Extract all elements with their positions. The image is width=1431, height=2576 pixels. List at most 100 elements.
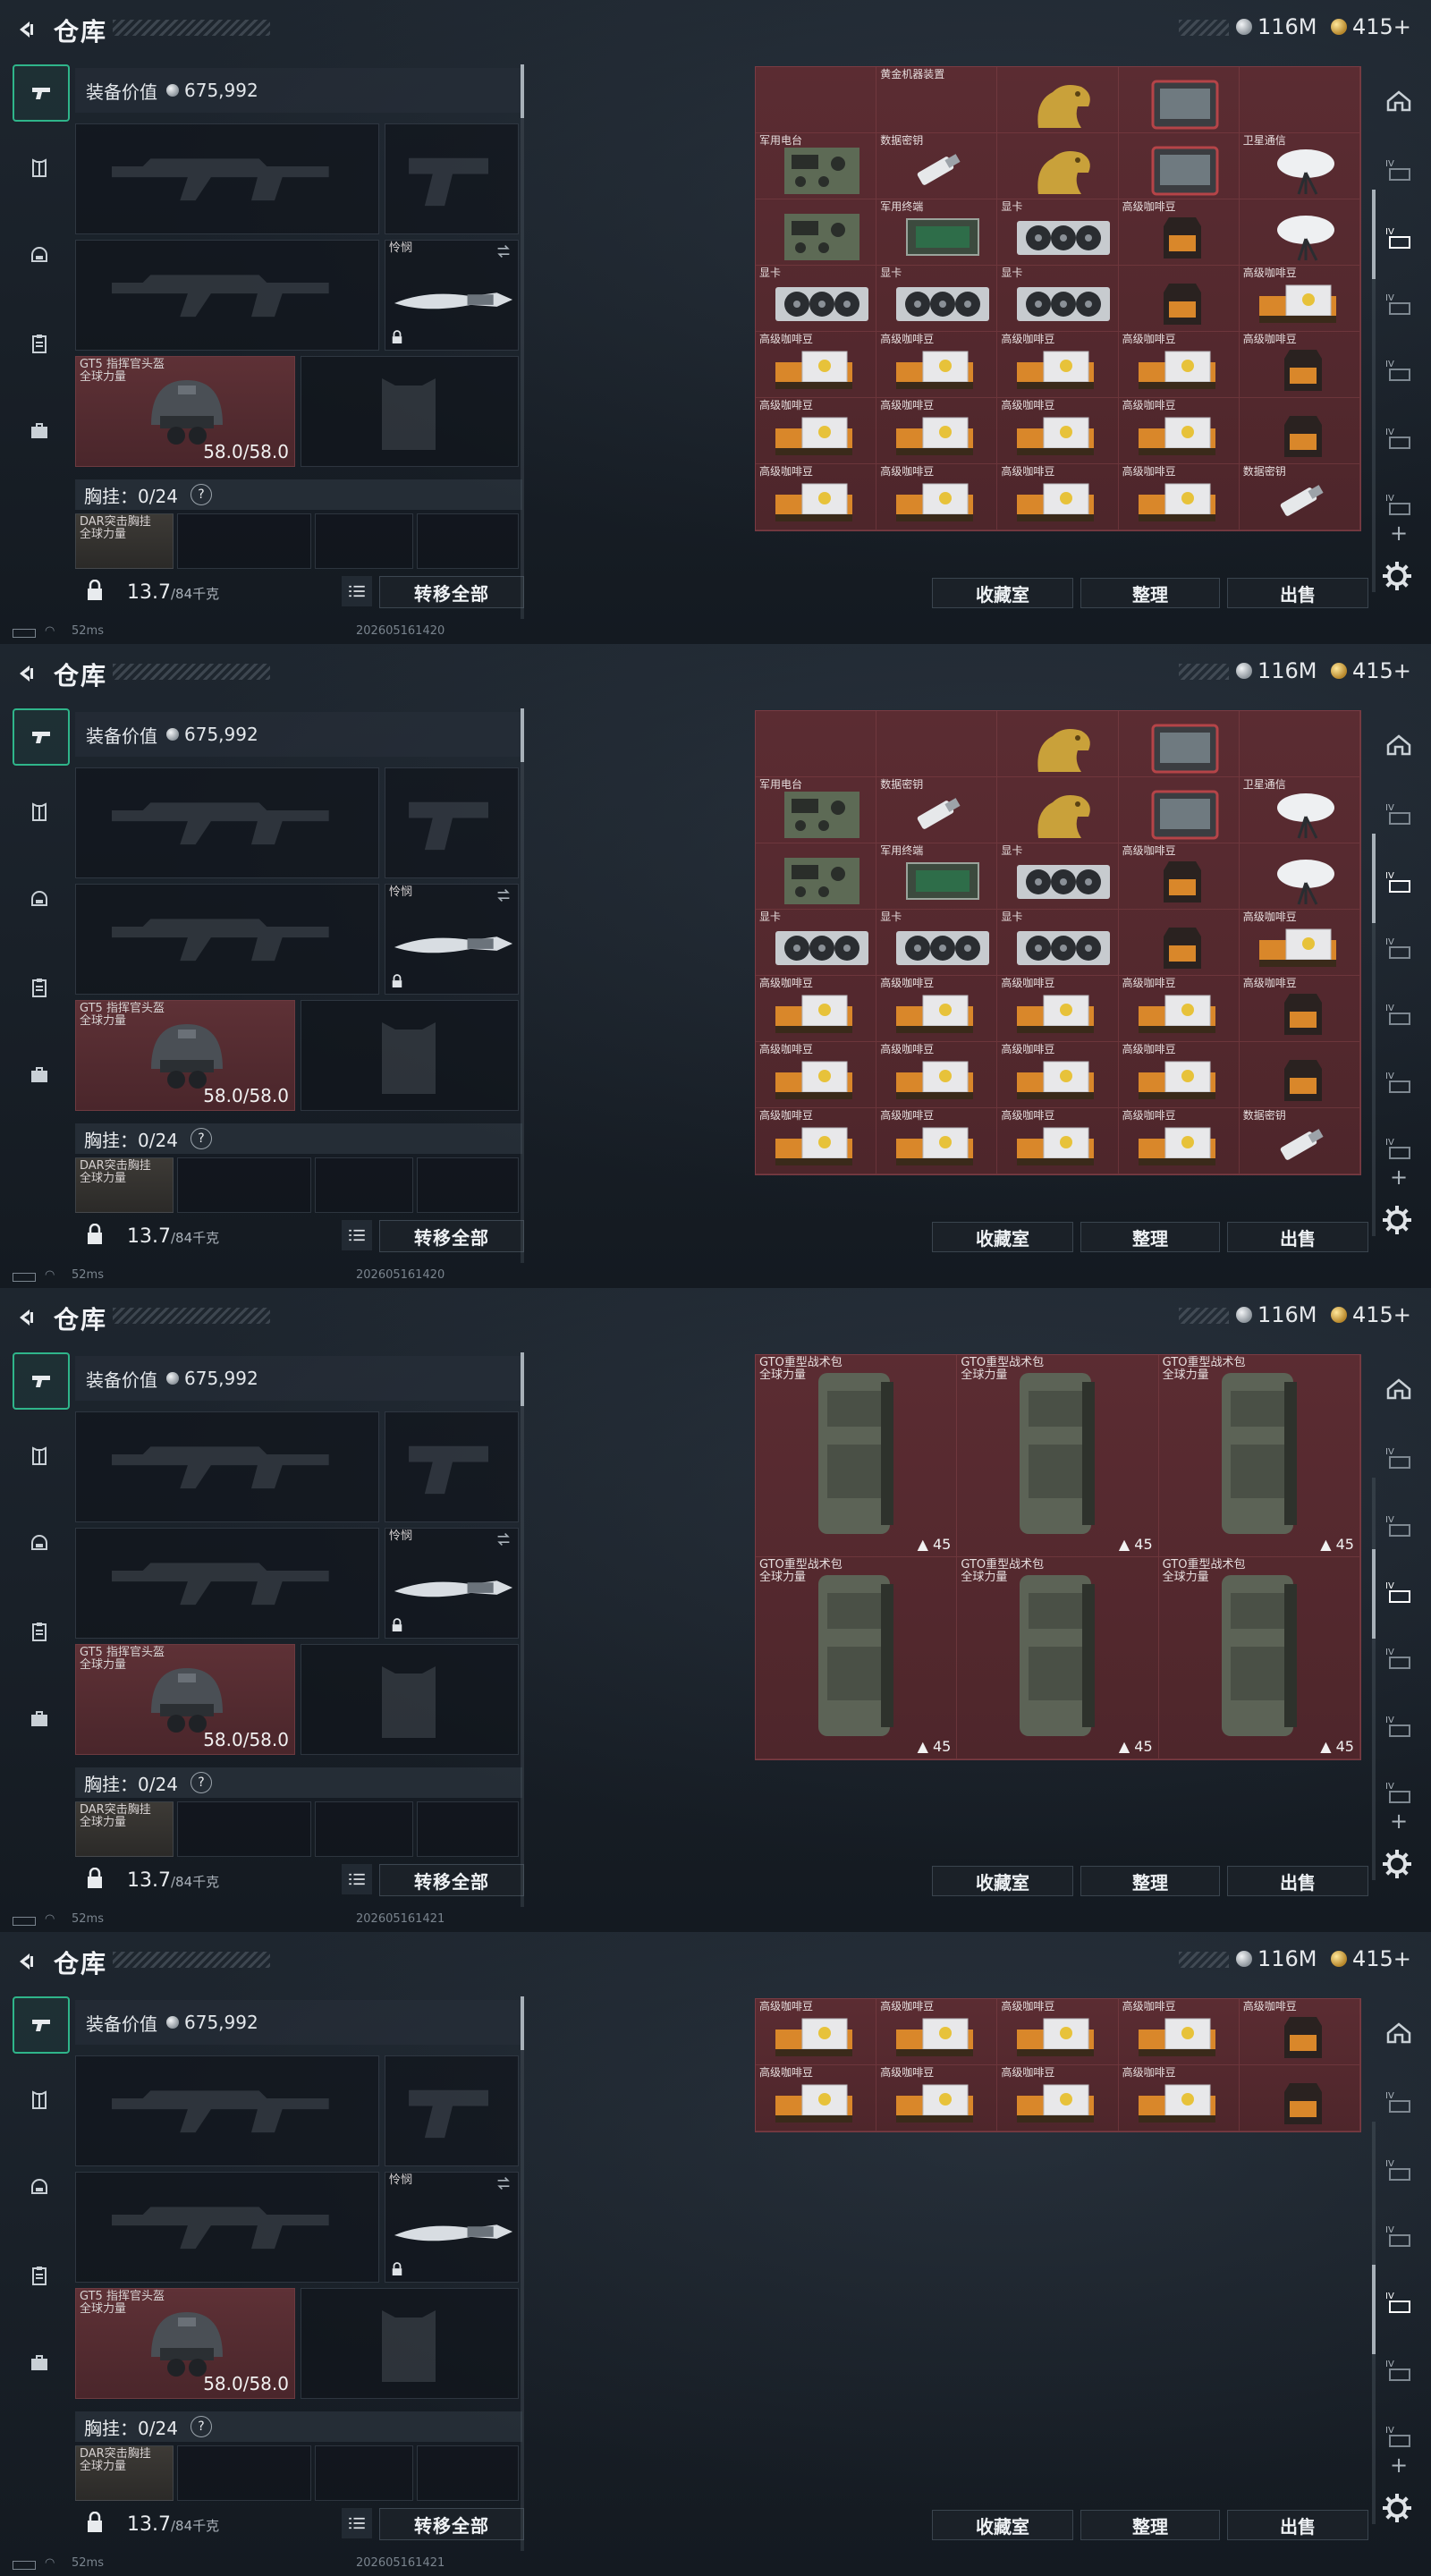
- storage-cell[interactable]: [756, 843, 877, 910]
- storage-cell[interactable]: 显卡: [876, 266, 998, 332]
- scroll-thumb[interactable]: [1372, 1549, 1376, 1639]
- nav-case[interactable]: [13, 1692, 66, 1746]
- storage-cell[interactable]: [1118, 711, 1240, 777]
- tab-base[interactable]: [1381, 86, 1417, 116]
- chest-help-icon[interactable]: ?: [190, 2416, 212, 2437]
- chest-slot-2[interactable]: [177, 2445, 311, 2501]
- transfer-all-button[interactable]: 转移全部: [379, 1220, 524, 1252]
- silver-currency[interactable]: 116M: [1236, 1946, 1317, 1971]
- back-button[interactable]: [13, 1304, 39, 1331]
- primary-weapon-slot[interactable]: [75, 2055, 379, 2166]
- armor-slot[interactable]: [301, 2288, 519, 2399]
- chest-slot-2[interactable]: [177, 1157, 311, 1213]
- sell-button[interactable]: 出售: [1227, 578, 1368, 608]
- nav-helmet[interactable]: [13, 229, 66, 283]
- tab-storage-4[interactable]: IV: [1381, 1642, 1417, 1673]
- swap-icon[interactable]: [495, 2176, 512, 2190]
- collection-room-button[interactable]: 收藏室: [932, 1866, 1073, 1896]
- back-button[interactable]: [13, 660, 39, 687]
- storage-cell[interactable]: 高级咖啡豆: [1118, 2065, 1240, 2131]
- sell-button[interactable]: 出售: [1227, 1866, 1368, 1896]
- storage-cell[interactable]: 高级咖啡豆: [876, 398, 998, 464]
- storage-cell[interactable]: 高级咖啡豆: [1118, 1999, 1240, 2065]
- nav-weapons[interactable]: [13, 1352, 70, 1410]
- storage-cell[interactable]: 高级咖啡豆: [876, 1108, 998, 1174]
- primary-weapon-slot[interactable]: [75, 767, 379, 878]
- scroll-thumb[interactable]: [1372, 2265, 1376, 2354]
- tab-storage-3[interactable]: IV: [1381, 2220, 1417, 2250]
- chest-slot-3[interactable]: [315, 2445, 413, 2501]
- tab-storage-3[interactable]: IV: [1381, 932, 1417, 962]
- tab-storage-3[interactable]: IV: [1381, 288, 1417, 318]
- silver-currency[interactable]: 116M: [1236, 1302, 1317, 1327]
- list-view-button[interactable]: [342, 1864, 372, 1894]
- nav-weapons[interactable]: [13, 708, 70, 766]
- storage-cell[interactable]: 显卡: [997, 910, 1119, 976]
- storage-cell[interactable]: 高级咖啡豆: [756, 332, 877, 398]
- storage-cell[interactable]: 高级咖啡豆: [1118, 1042, 1240, 1108]
- storage-cell[interactable]: 高级咖啡豆: [1239, 910, 1360, 976]
- second-primary-slot[interactable]: [75, 1528, 379, 1639]
- storage-cell[interactable]: 显卡: [997, 199, 1119, 266]
- storage-cell[interactable]: [1118, 777, 1240, 843]
- storage-cell[interactable]: 高级咖啡豆: [756, 976, 877, 1042]
- storage-cell[interactable]: 高级咖啡豆: [997, 398, 1119, 464]
- storage-cell[interactable]: 高级咖啡豆: [1118, 199, 1240, 266]
- chest-slot-4[interactable]: [417, 1801, 519, 1857]
- tab-storage-4[interactable]: IV: [1381, 998, 1417, 1029]
- add-storage-icon[interactable]: +: [1386, 2453, 1411, 2478]
- storage-cell[interactable]: 高级咖啡豆: [997, 1999, 1119, 2065]
- backpack-cell[interactable]: GTO重型战术包 全球力量 ▲ 45: [957, 1557, 1159, 1759]
- storage-cell[interactable]: 高级咖啡豆: [997, 1042, 1119, 1108]
- storage-cell[interactable]: 数据密钥: [1239, 464, 1360, 530]
- storage-cell[interactable]: [1239, 67, 1360, 133]
- melee-slot[interactable]: 怜悯: [385, 884, 519, 995]
- nav-helmet[interactable]: [13, 873, 66, 927]
- storage-cell[interactable]: [997, 711, 1119, 777]
- scroll-thumb[interactable]: [521, 1352, 524, 1406]
- storage-cell[interactable]: 高级咖啡豆: [997, 464, 1119, 530]
- secondary-weapon-slot[interactable]: [385, 1411, 519, 1522]
- chest-rig-item[interactable]: DAR突击胸挂 全球力量: [75, 1801, 174, 1857]
- list-view-button[interactable]: [342, 1220, 372, 1250]
- nav-helmet[interactable]: [13, 2161, 66, 2215]
- back-button[interactable]: [13, 1948, 39, 1975]
- storage-cell[interactable]: 卫星通信: [1239, 777, 1360, 843]
- storage-tabs-scrollbar[interactable]: [1372, 834, 1376, 1236]
- sell-button[interactable]: 出售: [1227, 2510, 1368, 2540]
- gold-currency[interactable]: 415+: [1331, 1946, 1411, 1971]
- storage-cell[interactable]: 高级咖啡豆: [1118, 843, 1240, 910]
- tab-storage-1[interactable]: IV: [1381, 154, 1417, 184]
- storage-tabs-scrollbar[interactable]: [1372, 2122, 1376, 2524]
- tab-storage-2[interactable]: IV: [1381, 866, 1417, 896]
- primary-weapon-slot[interactable]: [75, 123, 379, 234]
- tab-storage-2[interactable]: IV: [1381, 1510, 1417, 1540]
- storage-cell[interactable]: [997, 67, 1119, 133]
- storage-cell[interactable]: 显卡: [756, 910, 877, 976]
- secondary-weapon-slot[interactable]: [385, 2055, 519, 2166]
- gear-icon[interactable]: [1381, 2492, 1413, 2524]
- storage-cell[interactable]: 高级咖啡豆: [876, 976, 998, 1042]
- swap-icon[interactable]: [495, 244, 512, 258]
- storage-cell[interactable]: [1239, 711, 1360, 777]
- storage-cell[interactable]: 军用终端: [876, 843, 998, 910]
- storage-cell[interactable]: 高级咖啡豆: [1239, 1999, 1360, 2065]
- sell-button[interactable]: 出售: [1227, 1222, 1368, 1252]
- tab-storage-6[interactable]: IV: [1381, 2420, 1417, 2451]
- gear-icon[interactable]: [1381, 1204, 1413, 1236]
- organize-button[interactable]: 整理: [1080, 1222, 1220, 1252]
- collection-room-button[interactable]: 收藏室: [932, 2510, 1073, 2540]
- storage-cell[interactable]: 高级咖啡豆: [1239, 332, 1360, 398]
- tab-base[interactable]: [1381, 2018, 1417, 2048]
- primary-weapon-slot[interactable]: [75, 1411, 379, 1522]
- storage-cell[interactable]: 显卡: [997, 266, 1119, 332]
- tab-storage-1[interactable]: IV: [1381, 798, 1417, 828]
- add-storage-icon[interactable]: +: [1386, 521, 1411, 546]
- storage-cell[interactable]: [1118, 266, 1240, 332]
- loadout-scrollbar[interactable]: [521, 1352, 524, 1907]
- storage-cell[interactable]: 黄金机器装置: [876, 67, 998, 133]
- list-view-button[interactable]: [342, 576, 372, 606]
- chest-rig-item[interactable]: DAR突击胸挂 全球力量: [75, 513, 174, 569]
- storage-cell[interactable]: 军用终端: [876, 199, 998, 266]
- tab-storage-6[interactable]: IV: [1381, 1132, 1417, 1163]
